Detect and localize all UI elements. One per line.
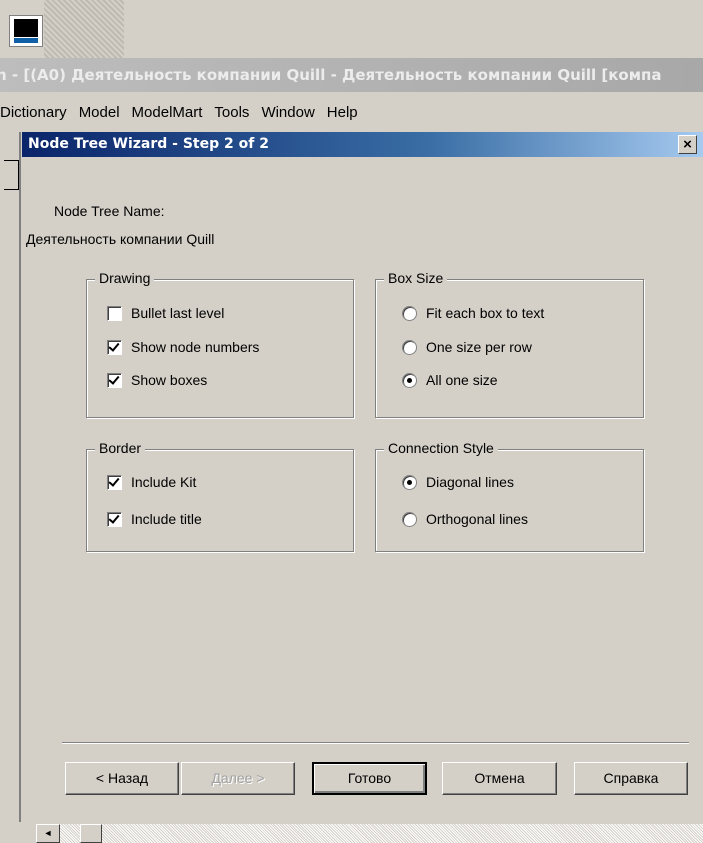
checkbox-label: Include title [131,511,202,527]
drawing-legend: Drawing [95,270,155,286]
menu-bar: Dictionary Model ModelMart Tools Window Help [0,94,703,130]
all-one-size-radio[interactable]: All one size [402,369,498,391]
mdi-side-button[interactable] [4,160,19,190]
radio-circle[interactable] [402,474,417,490]
show-node-numbers-checkbox[interactable]: Show node numbers [107,336,259,358]
checkbox-box[interactable] [107,372,122,388]
checkbox-label: Show boxes [131,372,208,388]
radio-circle[interactable] [402,305,417,321]
radio-label: Orthogonal lines [426,511,528,527]
menu-dictionary[interactable]: Dictionary [0,95,73,130]
menu-modelmart[interactable]: ModelMart [126,95,209,130]
app-icon[interactable] [9,15,43,47]
back-button[interactable]: < Назад [65,762,179,795]
checkbox-label: Show node numbers [131,339,260,355]
box-size-legend: Box Size [384,270,448,286]
scroll-left-arrow-icon[interactable]: ◄ [36,824,60,843]
checkbox-label: Bullet last level [131,305,225,321]
checkbox-label: Include Kit [131,474,197,490]
toolbar-hatch [44,0,124,58]
box-size-group: Box Size Fit each box to text One size p… [375,270,644,418]
node-tree-name-value: Деятельность компании Quill [26,231,215,247]
menu-window[interactable]: Window [255,95,320,130]
radio-circle[interactable] [402,511,417,527]
button-separator [62,742,689,744]
scroll-thumb[interactable] [80,824,102,843]
radio-label: All one size [426,372,498,388]
orthogonal-lines-radio[interactable]: Orthogonal lines [402,508,528,530]
app-title-text: n - [(A0) Деятельность компании Quill - … [0,66,662,84]
dialog-title: Node Tree Wizard - Step 2 of 2 [28,136,269,152]
diagonal-lines-radio[interactable]: Diagonal lines [402,471,514,493]
radio-label: Diagonal lines [426,474,514,490]
radio-label: Fit each box to text [426,305,545,321]
close-button[interactable]: × [678,135,697,154]
checkbox-box[interactable] [107,474,122,490]
bullet-last-level-checkbox[interactable]: Bullet last level [107,302,224,324]
radio-label: One size per row [426,339,532,355]
radio-circle[interactable] [402,372,417,388]
app-title-bar: n - [(A0) Деятельность компании Quill - … [0,58,703,92]
connection-style-legend: Connection Style [384,440,498,456]
next-button[interactable]: Далее > [181,762,295,795]
checkbox-box[interactable] [107,339,122,355]
fit-each-box-radio[interactable]: Fit each box to text [402,302,544,324]
menu-help[interactable]: Help [321,95,364,130]
dialog-title-bar: Node Tree Wizard - Step 2 of 2 [22,132,703,157]
border-legend: Border [95,440,146,456]
help-button[interactable]: Справка [574,762,688,795]
menu-tools[interactable]: Tools [208,95,255,130]
mdi-window-edge [0,132,21,822]
node-tree-name-label: Node Tree Name: [54,203,165,219]
cancel-button[interactable]: Отмена [442,762,557,795]
include-kit-checkbox[interactable]: Include Kit [107,471,196,493]
finish-button[interactable]: Готово [312,762,427,795]
radio-circle[interactable] [402,339,417,355]
checkbox-box[interactable] [107,305,122,321]
checkbox-box[interactable] [107,511,122,527]
menu-model[interactable]: Model [73,95,126,130]
node-tree-wizard-dialog: Node Tree Wizard - Step 2 of 2 × Node Tr… [22,132,703,822]
one-size-per-row-radio[interactable]: One size per row [402,336,532,358]
show-boxes-checkbox[interactable]: Show boxes [107,369,207,391]
drawing-group: Drawing Bullet last level Show node numb… [86,270,354,418]
include-title-checkbox[interactable]: Include title [107,508,202,530]
horizontal-scrollbar[interactable] [36,824,703,843]
border-group: Border Include Kit Include title [86,440,354,552]
connection-style-group: Connection Style Diagonal lines Orthogon… [375,440,644,552]
